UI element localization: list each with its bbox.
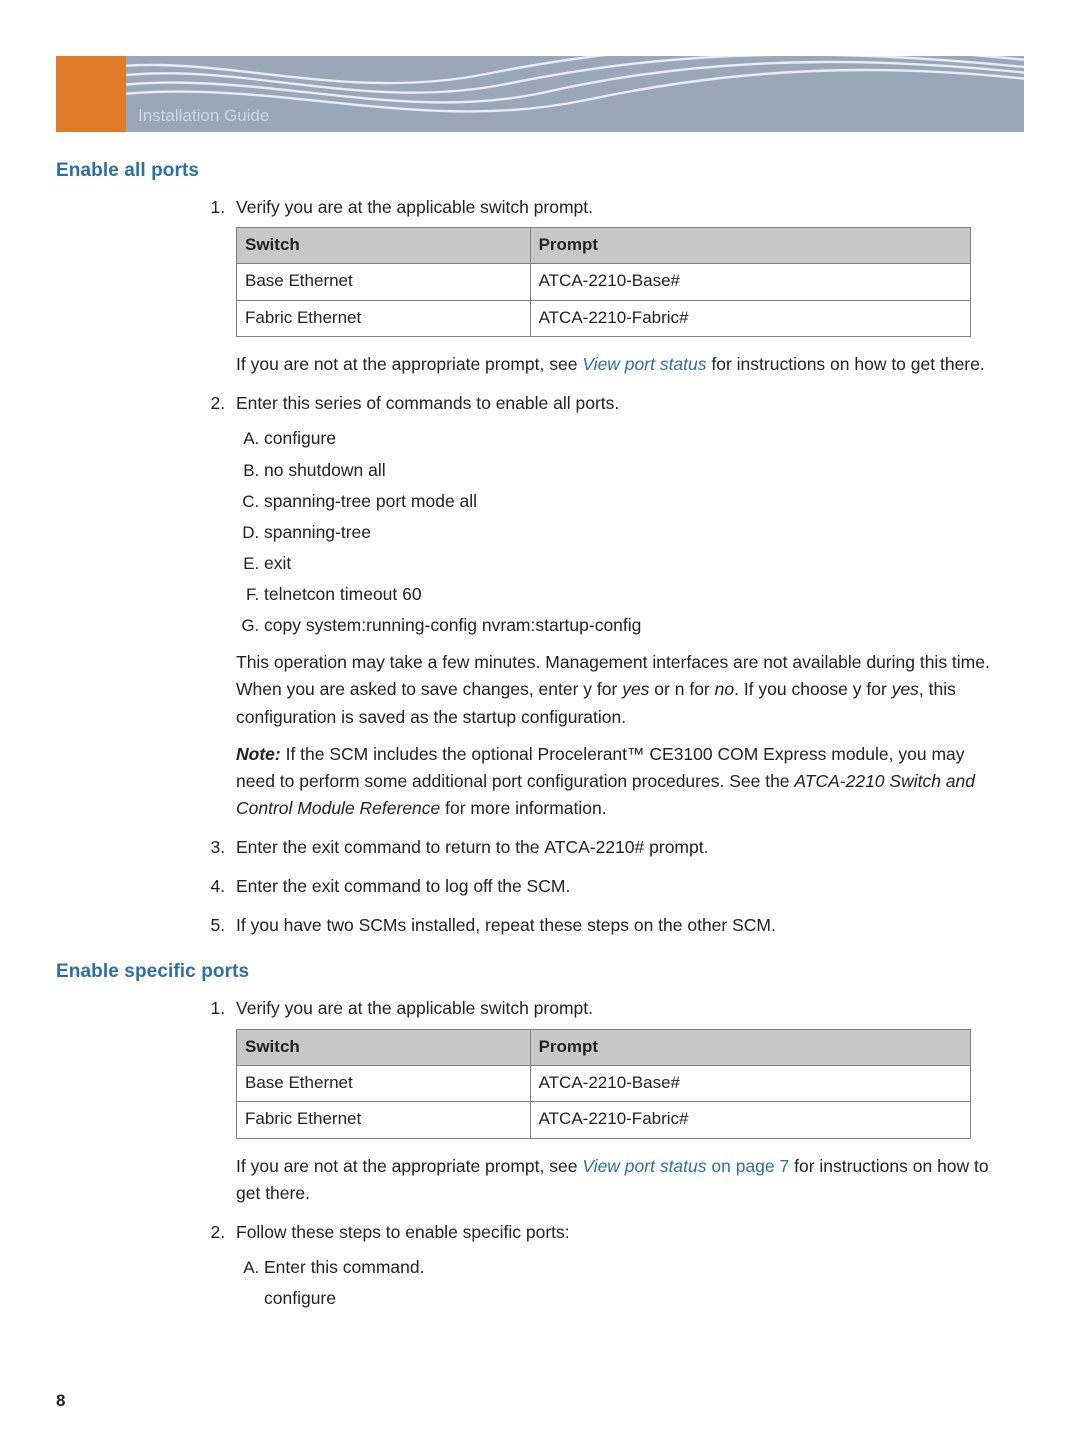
key-n: n — [675, 679, 685, 699]
command: spanning-tree — [264, 522, 371, 542]
command: configure — [264, 1285, 1024, 1312]
text: for — [684, 679, 714, 699]
table-row: Base Ethernet ATCA-2210-Base# — [237, 264, 971, 300]
exit-command: exit — [312, 837, 344, 857]
table-row: Fabric Ethernet ATCA-2210-Fabric# — [237, 300, 971, 336]
text: for — [862, 679, 892, 699]
substep-text: Enter this command. — [264, 1254, 1024, 1281]
step-2: Follow these steps to enable specific po… — [230, 1219, 1024, 1312]
cell-switch: Fabric Ethernet — [237, 1102, 531, 1138]
step-1: Verify you are at the applicable switch … — [230, 194, 1024, 378]
yes-word: yes — [622, 679, 649, 699]
text: for — [592, 679, 622, 699]
section-heading-enable-specific-ports: Enable specific ports — [56, 961, 1024, 983]
text: command to return to the — [344, 837, 544, 857]
step-5: If you have two SCMs installed, repeat t… — [230, 912, 1024, 939]
step-3: Enter the exit command to return to the … — [230, 834, 1024, 861]
switch-prompt-table: Switch Prompt Base Ethernet ATCA-2210-Ba… — [236, 1029, 971, 1139]
content: Enable all ports Verify you are at the a… — [56, 160, 1024, 1312]
cmd-item: telnetcon timeout 60 — [264, 581, 1024, 608]
cmd-item: spanning-tree — [264, 519, 1024, 546]
page: Installation Guide Enable all ports Veri… — [0, 56, 1080, 1453]
exit-command: exit — [312, 876, 344, 896]
table-header-row: Switch Prompt — [237, 228, 971, 264]
key-y: y — [853, 679, 862, 699]
section-heading-enable-all-ports: Enable all ports — [56, 160, 1024, 182]
text: Enter the — [236, 876, 312, 896]
cmd-item: exit — [264, 550, 1024, 577]
cell-prompt: ATCA-2210-Base# — [530, 264, 970, 300]
substep-a: Enter this command. configure — [264, 1254, 1024, 1312]
prompt-text: ATCA-2210# — [544, 837, 644, 857]
yes-word: yes — [892, 679, 919, 699]
key-y: y — [583, 679, 592, 699]
steps-enable-all-ports: Verify you are at the applicable switch … — [230, 194, 1024, 939]
note-label: Note: — [236, 744, 281, 764]
text: for more information. — [440, 798, 606, 818]
text: for instructions on how to get there. — [707, 354, 985, 374]
banner-title: Installation Guide — [138, 106, 269, 126]
text: or — [649, 679, 674, 699]
link-page-ref: on page 7 — [707, 1156, 790, 1176]
cell-prompt: ATCA-2210-Fabric# — [530, 300, 970, 336]
no-word: no — [715, 679, 734, 699]
step-2: Enter this series of commands to enable … — [230, 390, 1024, 822]
step-text: Follow these steps to enable specific po… — [236, 1222, 570, 1242]
steps-enable-specific-ports: Verify you are at the applicable switch … — [230, 995, 1024, 1312]
link-text: View port status — [582, 1156, 706, 1176]
cell-switch: Base Ethernet — [237, 264, 531, 300]
cell-switch: Base Ethernet — [237, 1065, 531, 1101]
text: . If you choose — [734, 679, 853, 699]
col-switch: Switch — [237, 1029, 531, 1065]
command: configure — [264, 428, 336, 448]
step-1: Verify you are at the applicable switch … — [230, 995, 1024, 1206]
cmd-item: spanning-tree port mode all — [264, 488, 1024, 515]
operation-note: This operation may take a few minutes. M… — [236, 649, 996, 730]
step-text: Verify you are at the applicable switch … — [236, 197, 593, 217]
header-banner: Installation Guide — [56, 56, 1024, 132]
col-prompt: Prompt — [530, 1029, 970, 1065]
step-text: If you have two SCMs installed, repeat t… — [236, 915, 776, 935]
command: exit — [264, 553, 291, 573]
col-switch: Switch — [237, 228, 531, 264]
cell-prompt: ATCA-2210-Base# — [530, 1065, 970, 1101]
step-text: Enter this series of commands to enable … — [236, 393, 619, 413]
table-header-row: Switch Prompt — [237, 1029, 971, 1065]
command: spanning-tree port mode all — [264, 491, 477, 511]
page-number: 8 — [56, 1391, 65, 1411]
prompt-note: If you are not at the appropriate prompt… — [236, 351, 996, 378]
switch-prompt-table: Switch Prompt Base Ethernet ATCA-2210-Ba… — [236, 227, 971, 337]
view-port-status-link[interactable]: View port status on page 7 — [582, 1156, 789, 1176]
prompt-note: If you are not at the appropriate prompt… — [236, 1153, 996, 1207]
command: telnetcon timeout 60 — [264, 584, 422, 604]
text: Enter the — [236, 837, 312, 857]
cmd-item: copy system:running-config nvram:startup… — [264, 612, 1024, 639]
step-4: Enter the exit command to log off the SC… — [230, 873, 1024, 900]
table-row: Fabric Ethernet ATCA-2210-Fabric# — [237, 1102, 971, 1138]
command: no shutdown all — [264, 460, 386, 480]
text: prompt. — [644, 837, 708, 857]
cmd-item: no shutdown all — [264, 457, 1024, 484]
cmd-item: configure — [264, 425, 1024, 452]
step-text: Verify you are at the applicable switch … — [236, 998, 593, 1018]
text: If you are not at the appropriate prompt… — [236, 354, 582, 374]
command: copy system:running-config nvram:startup… — [264, 615, 641, 635]
text: If you are not at the appropriate prompt… — [236, 1156, 582, 1176]
cell-prompt: ATCA-2210-Fabric# — [530, 1102, 970, 1138]
table-row: Base Ethernet ATCA-2210-Base# — [237, 1065, 971, 1101]
scm-note: Note: If the SCM includes the optional P… — [236, 741, 996, 822]
col-prompt: Prompt — [530, 228, 970, 264]
cell-switch: Fabric Ethernet — [237, 300, 531, 336]
view-port-status-link[interactable]: View port status — [582, 354, 706, 374]
substeps: Enter this command. configure — [264, 1254, 1024, 1312]
text: command to log off the SCM. — [344, 876, 570, 896]
banner-accent — [56, 56, 126, 132]
command-list: configure no shutdown all spanning-tree … — [264, 425, 1024, 639]
